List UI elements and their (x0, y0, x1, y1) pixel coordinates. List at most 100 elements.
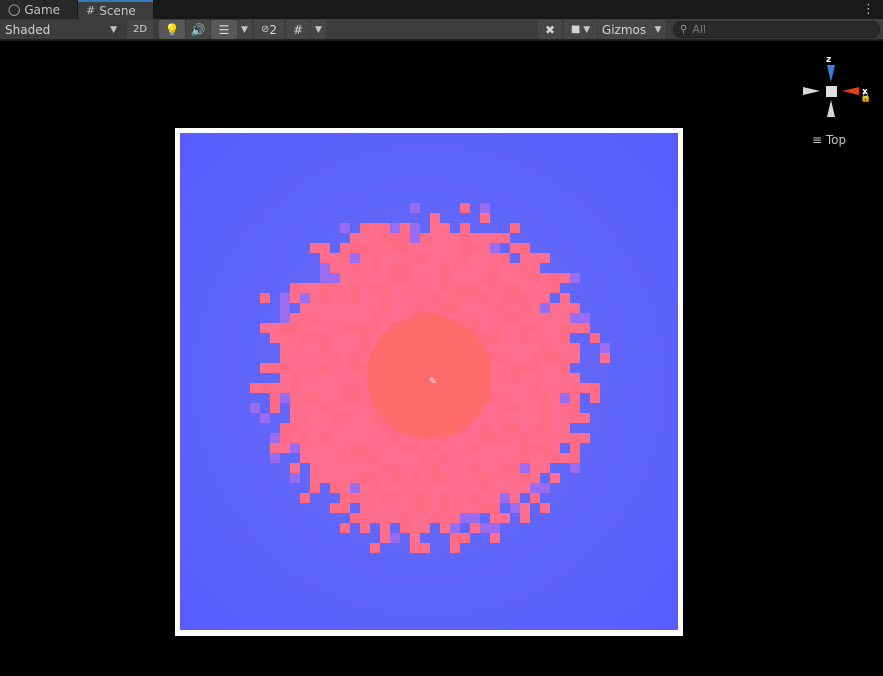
axis-neg-z-cone[interactable] (827, 100, 835, 117)
effects-dropdown-button[interactable]: ▼ (237, 20, 252, 39)
blob-pixel (260, 323, 270, 333)
blob-pixel (330, 313, 340, 323)
effects-toggle-button[interactable]: ☰ (211, 20, 237, 39)
blob-pixel (510, 303, 520, 313)
blob-pixel (310, 473, 320, 483)
grid-dropdown-button[interactable]: ▼ (311, 20, 326, 39)
view-label[interactable]: ≡ Top (812, 133, 846, 147)
blob-pixel (530, 283, 540, 293)
blob-pixel (410, 253, 420, 263)
blob-pixel (560, 373, 570, 383)
blob-pixel (430, 473, 440, 483)
axis-neg-x-cone[interactable] (803, 87, 820, 95)
camera-icon: ■ (570, 24, 581, 35)
axis-z-cone[interactable] (827, 65, 835, 82)
blob-pixel (500, 273, 510, 283)
blob-pixel (450, 273, 460, 283)
tab-scene-label: Scene (99, 3, 136, 18)
tools-button[interactable]: ✖ (538, 20, 562, 39)
blob-pixel (460, 233, 470, 243)
blob-pixel (500, 433, 510, 443)
blob-pixel (280, 323, 290, 333)
menu-dots-icon[interactable]: ⋮ (862, 2, 875, 17)
gizmos-dropdown-button[interactable]: ▼ (650, 20, 666, 39)
blob-pixel (560, 363, 570, 373)
axis-x-cone[interactable] (842, 87, 859, 95)
blob-pixel (520, 483, 530, 493)
blob-pixel (430, 253, 440, 263)
blob-pixel (290, 443, 300, 453)
blob-pixel (460, 533, 470, 543)
scene-visibility-button[interactable]: ⊘ 2 (254, 20, 284, 39)
blob-pixel (520, 443, 530, 453)
blob-pixel (360, 343, 370, 353)
blob-pixel (490, 353, 500, 363)
blob-pixel (310, 343, 320, 353)
blob-pixel (450, 243, 460, 253)
blob-pixel (360, 233, 370, 243)
blob-pixel (510, 283, 520, 293)
blob-pixel (340, 393, 350, 403)
gizmos-button[interactable]: Gizmos (598, 20, 650, 39)
blob-pixel (310, 393, 320, 403)
blob-pixel (350, 273, 360, 283)
blob-pixel (510, 323, 520, 333)
scene-viewport[interactable]: ✎ 🔒 z x ≡ Top (0, 41, 883, 676)
blob-pixel (470, 323, 480, 333)
gizmo-center-cube[interactable] (826, 86, 837, 97)
blob-pixel (440, 493, 450, 503)
orientation-gizmo[interactable]: z x (800, 56, 875, 136)
blob-pixel (470, 473, 480, 483)
blob-pixel (520, 293, 530, 303)
blob-pixel (520, 283, 530, 293)
blob-pixel (440, 303, 450, 313)
blob-pixel (480, 423, 490, 433)
blob-pixel (340, 283, 350, 293)
blob-pixel (310, 293, 320, 303)
blob-pixel (390, 503, 400, 513)
blob-pixel (420, 263, 430, 273)
tab-game[interactable]: ◯ Game (0, 0, 77, 19)
blob-pixel (290, 403, 300, 413)
lighting-toggle-button[interactable]: 💡 (159, 20, 185, 39)
blob-pixel (520, 503, 530, 513)
blob-pixel (290, 353, 300, 363)
blob-pixel (440, 443, 450, 453)
blob-pixel (440, 473, 450, 483)
blob-pixel (530, 493, 540, 503)
2d-toggle-button[interactable]: 2D (127, 20, 153, 39)
blob-pixel (420, 293, 430, 303)
camera-settings-button[interactable]: ■ ▼ (564, 20, 597, 39)
blob-pixel (300, 373, 310, 383)
blob-pixel (340, 243, 350, 253)
blob-pixel (520, 343, 530, 353)
shading-mode-dropdown[interactable]: Shaded ▼ (0, 20, 122, 39)
blob-pixel (310, 363, 320, 373)
blob-pixel (470, 263, 480, 273)
blob-pixel (460, 483, 470, 493)
blob-pixel (450, 543, 460, 553)
blob-pixel (320, 243, 330, 253)
blob-pixel (370, 433, 380, 443)
blob-pixel (320, 253, 330, 263)
blob-pixel (350, 303, 360, 313)
blob-pixel (270, 453, 280, 463)
blob-pixel (520, 403, 530, 413)
blob-pixel (480, 253, 490, 263)
audio-toggle-button[interactable]: 🔊 (186, 20, 210, 39)
blob-pixel (530, 333, 540, 343)
blob-pixel (300, 403, 310, 413)
blob-pixel (340, 473, 350, 483)
tab-scene[interactable]: # Scene (78, 0, 153, 19)
blob-pixel (550, 403, 560, 413)
blob-pixel (320, 323, 330, 333)
search-input[interactable]: ⚲ All (673, 21, 880, 38)
blob-pixel (510, 393, 520, 403)
blob-pixel (500, 473, 510, 483)
blob-pixel (560, 293, 570, 303)
grid-snap-button[interactable]: # (286, 20, 310, 39)
blob-pixel (410, 453, 420, 463)
blob-pixel (530, 373, 540, 383)
blob-pixel (480, 303, 490, 313)
blob-pixel (560, 333, 570, 343)
